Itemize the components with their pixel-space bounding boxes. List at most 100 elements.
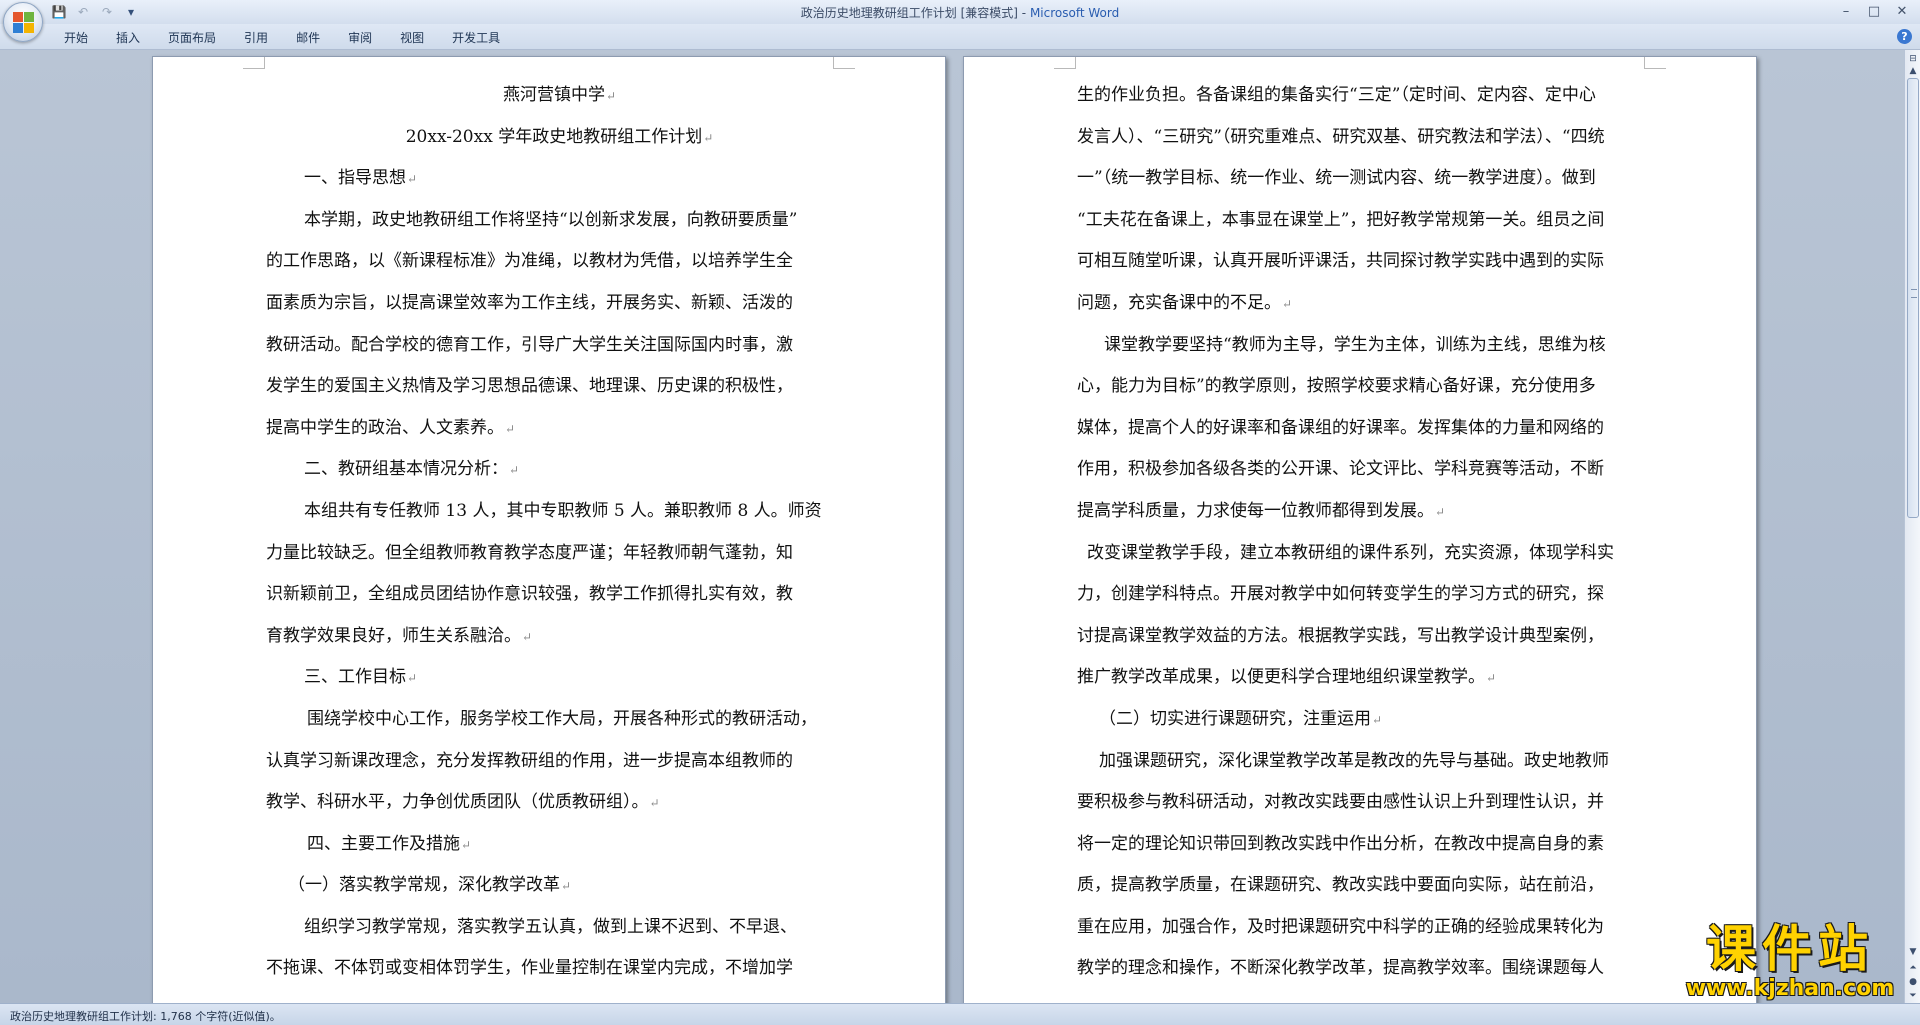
text-line[interactable]: 质，提高教学质量，在课题研究、教改实践中要面向实际，站在前沿， bbox=[1077, 865, 1664, 907]
text-line[interactable]: 识新颖前卫，全组成员团结协作意识较强，教学工作抓得扎实有效，教 bbox=[266, 574, 853, 616]
text-line[interactable]: 作用，积极参加各级各类的公开课、论文评比、学科竞赛等活动，不断 bbox=[1077, 449, 1664, 491]
line-text: 燕河营镇中学 bbox=[502, 85, 605, 105]
line-text: 面素质为宗旨，以提高课堂效率为工作主线，开展务实、新颖、活泼的 bbox=[266, 292, 793, 313]
page-right[interactable]: 生的作业负担。各备课组的集备实行“三定”（定时间、定内容、定中心发言人）、“三研… bbox=[963, 56, 1757, 1003]
line-text: 将一定的理论知识带回到教改实践中作出分析，在教改中提高自身的素 bbox=[1077, 833, 1604, 854]
text-line[interactable]: 生的作业负担。各备课组的集备实行“三定”（定时间、定内容、定中心 bbox=[1077, 75, 1664, 117]
line-text: 围绕学校中心工作，服务学校工作大局，开展各种形式的教研活动， bbox=[307, 708, 817, 729]
paragraph-mark-icon: ↵ bbox=[407, 172, 418, 187]
text-line[interactable]: 燕河营镇中学↵ bbox=[266, 75, 853, 117]
text-line[interactable]: 推广教学改革成果，以便更科学合理地组织课堂教学。↵ bbox=[1077, 657, 1664, 699]
text-line[interactable]: 提高学科质量，力求使每一位教师都得到发展。↵ bbox=[1077, 491, 1664, 533]
left-page-text[interactable]: 燕河营镇中学↵ 20xx-20xx 学年政史地教研组工作计划↵ 一、指导思想↵ 本学期… bbox=[266, 75, 853, 990]
line-text: 本组共有专任教师 13 人，其中专职教师 5 人。兼职教师 8 人。师资 bbox=[304, 500, 822, 521]
text-line[interactable]: 认真学习新课改理念，充分发挥教研组的作用，进一步提高本组教师的 bbox=[266, 741, 853, 783]
tab-developer[interactable]: 开发工具 bbox=[438, 29, 514, 47]
office-button[interactable] bbox=[3, 2, 43, 42]
text-line[interactable]: （二）切实进行课题研究，注重运用↵ bbox=[1077, 699, 1664, 741]
text-line[interactable]: 三、工作目标↵ bbox=[266, 657, 853, 699]
paragraph-mark-icon: ↵ bbox=[509, 463, 520, 478]
line-text: 育教学效果良好，师生关系融洽。 bbox=[266, 625, 521, 646]
paragraph-mark-icon: ↵ bbox=[561, 879, 572, 894]
text-line[interactable]: 可相互随堂听课，认真开展听评课活，共同探讨教学实践中遇到的实际 bbox=[1077, 241, 1664, 283]
tab-view[interactable]: 视图 bbox=[386, 29, 438, 47]
line-text: 推广教学改革成果，以便更科学合理地组织课堂教学。 bbox=[1077, 667, 1485, 688]
maximize-button[interactable]: □ bbox=[1860, 1, 1888, 21]
tab-home[interactable]: 开始 bbox=[50, 29, 102, 47]
text-line[interactable]: （一）落实教学常规，深化教学改革↵ bbox=[266, 865, 853, 907]
text-line[interactable]: 面素质为宗旨，以提高课堂效率为工作主线，开展务实、新颖、活泼的 bbox=[266, 283, 853, 325]
text-line[interactable]: 提高中学生的政治、人文素养。↵ bbox=[266, 408, 853, 450]
line-text: 认真学习新课改理念，充分发挥教研组的作用，进一步提高本组教师的 bbox=[266, 750, 793, 771]
text-line[interactable]: 不拖课、不体罚或变相体罚学生，作业量控制在课堂内完成，不增加学 bbox=[266, 948, 853, 990]
text-line[interactable]: 发言人）、“三研究”（研究重难点、研究双基、研究教法和学法）、“四统 bbox=[1077, 117, 1664, 159]
line-text: 教研活动。配合学校的德育工作，引导广大学生关注国际国内时事，激 bbox=[266, 334, 793, 355]
tab-mailings[interactable]: 邮件 bbox=[282, 29, 334, 47]
text-line[interactable]: 要积极参与教科研活动，对教改实践要由感性认识上升到理性认识，并 bbox=[1077, 782, 1664, 824]
status-word-count[interactable]: 政治历史地理教研组工作计划: 1,768 个字符(近似值)。 bbox=[10, 1008, 281, 1024]
page-left[interactable]: 燕河营镇中学↵ 20xx-20xx 学年政史地教研组工作计划↵ 一、指导思想↵ 本学期… bbox=[152, 56, 946, 1003]
ribbon-tabs: 开始 插入 页面布局 引用 邮件 审阅 视图 开发工具 bbox=[50, 29, 514, 47]
text-line[interactable]: 发学生的爱国主义热情及学习思想品德课、地理课、历史课的积极性， bbox=[266, 366, 853, 408]
line-text: 力量比较缺乏。但全组教师教育教学态度严谨；年轻教师朝气蓬勃，知 bbox=[266, 542, 793, 563]
line-text: （二）切实进行课题研究，注重运用 bbox=[1099, 708, 1371, 729]
paragraph-mark-icon: ↵ bbox=[407, 671, 418, 686]
vertical-scrollbar[interactable]: ⊟ ▲ ▼ ⏶ ● ⏷ bbox=[1904, 50, 1920, 1003]
text-line[interactable]: 媒体，提高个人的好课率和备课组的好课率。发挥集体的力量和网络的 bbox=[1077, 408, 1664, 450]
margin-corner-mark bbox=[833, 57, 855, 69]
text-line[interactable]: 课堂教学要坚持“教师为主导，学生为主体，训练为主线，思维为核 bbox=[1077, 325, 1664, 367]
line-text: 媒体，提高个人的好课率和备课组的好课率。发挥集体的力量和网络的 bbox=[1077, 417, 1604, 438]
text-line[interactable]: 重在应用，加强合作，及时把课题研究中科学的正确的经验成果转化为 bbox=[1077, 907, 1664, 949]
text-line[interactable]: 二、教研组基本情况分析：↵ bbox=[266, 449, 853, 491]
paragraph-mark-icon: ↵ bbox=[505, 421, 516, 436]
grip-icon bbox=[1911, 289, 1917, 298]
text-line[interactable]: 一、指导思想↵ bbox=[266, 158, 853, 200]
line-text: 三、工作目标 bbox=[304, 667, 406, 688]
text-line[interactable]: 一”（统一教学目标、统一作业、统一测试内容、统一教学进度）。做到 bbox=[1077, 158, 1664, 200]
line-text: 加强课题研究，深化课堂教学改革是教改的先导与基础。政史地教师 bbox=[1099, 750, 1609, 771]
window-title: 政治历史地理教研组工作计划 [兼容模式] - Microsoft Word bbox=[0, 4, 1920, 21]
text-line[interactable]: 将一定的理论知识带回到教改实践中作出分析，在教改中提高自身的素 bbox=[1077, 824, 1664, 866]
text-line[interactable]: 四、主要工作及措施↵ bbox=[266, 824, 853, 866]
line-text: 组织学习教学常规，落实教学五认真，做到上课不迟到、不早退、 bbox=[304, 916, 797, 937]
tab-references[interactable]: 引用 bbox=[230, 29, 282, 47]
text-line[interactable]: 本学期，政史地教研组工作将坚持“以创新求发展，向教研要质量” bbox=[266, 200, 853, 242]
text-line[interactable]: 教学的理念和操作，不断深化教学改革，提高教学效率。围绕课题每人 bbox=[1077, 948, 1664, 990]
text-line[interactable]: 的工作思路，以《新课程标准》为准绳，以教材为凭借，以培养学生全 bbox=[266, 241, 853, 283]
text-line[interactable]: 教研活动。配合学校的德育工作，引导广大学生关注国际国内时事，激 bbox=[266, 325, 853, 367]
margin-corner-mark bbox=[243, 57, 265, 69]
line-text: 质，提高教学质量，在课题研究、教改实践中要面向实际，站在前沿， bbox=[1077, 875, 1604, 896]
status-bar: 政治历史地理教研组工作计划: 1,768 个字符(近似值)。 bbox=[0, 1003, 1920, 1025]
line-text: 讨提高课堂教学效益的方法。根据教学实践，写出教学设计典型案例， bbox=[1077, 625, 1604, 646]
line-text: 的工作思路，以《新课程标准》为准绳，以教材为凭借，以培养学生全 bbox=[266, 251, 793, 272]
tab-page-layout[interactable]: 页面布局 bbox=[154, 29, 230, 47]
line-text: 二、教研组基本情况分析： bbox=[304, 459, 508, 480]
text-line[interactable]: 育教学效果良好，师生关系融洽。↵ bbox=[266, 616, 853, 658]
text-line[interactable]: 组织学习教学常规，落实教学五认真，做到上课不迟到、不早退、 bbox=[266, 907, 853, 949]
text-line[interactable]: “工夫花在备课上，本事显在课堂上”，把好教学常规第一关。组员之间 bbox=[1077, 200, 1664, 242]
text-line[interactable]: 围绕学校中心工作，服务学校工作大局，开展各种形式的教研活动， bbox=[266, 699, 853, 741]
scroll-up-icon[interactable]: ▲ bbox=[1906, 64, 1920, 78]
help-icon[interactable]: ? bbox=[1897, 29, 1912, 44]
text-line[interactable]: 问题，充实备课中的不足。↵ bbox=[1077, 283, 1664, 325]
right-page-text[interactable]: 生的作业负担。各备课组的集备实行“三定”（定时间、定内容、定中心发言人）、“三研… bbox=[1077, 75, 1664, 990]
tab-insert[interactable]: 插入 bbox=[102, 29, 154, 47]
line-text: 生的作业负担。各备课组的集备实行“三定”（定时间、定内容、定中心 bbox=[1077, 85, 1596, 105]
text-line[interactable]: 心，能力为目标”的教学原则，按照学校要求精心备好课，充分使用多 bbox=[1077, 366, 1664, 408]
close-button[interactable]: ✕ bbox=[1888, 1, 1916, 21]
text-line[interactable]: 力，创建学科特点。开展对教学中如何转变学生的学习方式的研究，探 bbox=[1077, 574, 1664, 616]
text-line[interactable]: 改变课堂教学手段，建立本教研组的课件系列，充实资源，体现学科实 bbox=[1077, 533, 1664, 575]
text-line[interactable]: 讨提高课堂教学效益的方法。根据教学实践，写出教学设计典型案例， bbox=[1077, 616, 1664, 658]
line-text: 作用，积极参加各级各类的公开课、论文评比、学科竞赛等活动，不断 bbox=[1077, 459, 1604, 480]
scrollbar-thumb[interactable] bbox=[1907, 78, 1919, 518]
title-separator: - bbox=[1017, 6, 1030, 20]
text-line[interactable]: 教学、科研水平，力争创优质团队（优质教研组）。↵ bbox=[266, 782, 853, 824]
minimize-button[interactable]: – bbox=[1832, 1, 1860, 21]
tab-review[interactable]: 审阅 bbox=[334, 29, 386, 47]
line-text: 四、主要工作及措施 bbox=[307, 833, 460, 854]
text-line[interactable]: 加强课题研究，深化课堂教学改革是教改的先导与基础。政史地教师 bbox=[1077, 741, 1664, 783]
text-line[interactable]: 力量比较缺乏。但全组教师教育教学态度严谨；年轻教师朝气蓬勃，知 bbox=[266, 533, 853, 575]
paragraph-mark-icon: ↵ bbox=[522, 629, 533, 644]
text-line[interactable]: 20xx-20xx 学年政史地教研组工作计划↵ bbox=[266, 117, 853, 159]
text-line[interactable]: 本组共有专任教师 13 人，其中专职教师 5 人。兼职教师 8 人。师资 bbox=[266, 491, 853, 533]
